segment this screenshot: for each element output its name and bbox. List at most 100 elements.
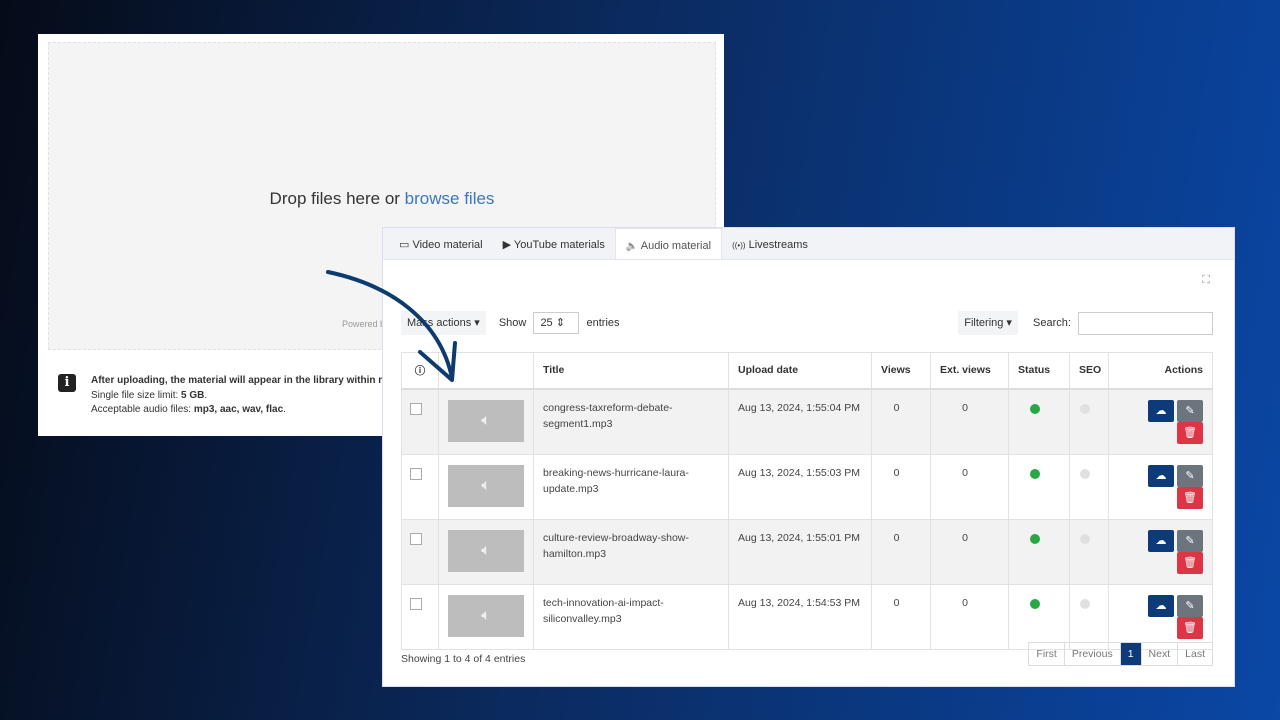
info-title: After uploading, the material will appea… [91, 375, 388, 386]
edit-icon[interactable]: ✎ [1177, 464, 1203, 487]
status-cell [1008, 388, 1070, 455]
title-header[interactable]: Title [533, 352, 729, 390]
status-cell [1008, 453, 1070, 520]
date-cell: Aug 13, 2024, 1:55:01 PM [728, 518, 872, 585]
drop-text: Drop files here or [269, 189, 405, 208]
tab-label: Video material [412, 239, 483, 251]
ext-views-cell: 0 [930, 518, 1009, 585]
seo-cell [1069, 518, 1109, 585]
library-panel: ▭ Video material ▶ YouTube materials 🔈 A… [383, 228, 1234, 686]
seo-dot-icon [1079, 468, 1090, 479]
search-input[interactable] [1078, 311, 1213, 335]
row-checkbox[interactable] [409, 467, 422, 480]
table-row: 🔈︎ breaking-news-hurricane-laura-update.… [401, 453, 1213, 520]
status-dot-icon [1029, 598, 1040, 609]
ext-views-cell: 0 [930, 453, 1009, 520]
size-label: Single file size limit: [91, 389, 182, 401]
ext-views-header[interactable]: Ext. views [930, 352, 1009, 390]
ext-views-cell: 0 [930, 388, 1009, 455]
audio-thumbnail-icon[interactable]: 🔈︎ [448, 594, 524, 637]
cloud-download-icon[interactable]: ☁ [1148, 594, 1174, 617]
tab-label: Audio material [640, 240, 712, 252]
views-header[interactable]: Views [871, 352, 931, 390]
tab-youtube[interactable]: ▶ YouTube materials [493, 228, 615, 259]
types-end: . [283, 404, 286, 415]
entries-value: 25 [540, 317, 553, 330]
page-first[interactable]: First [1029, 643, 1063, 665]
browse-files-link[interactable]: browse files [405, 189, 495, 208]
row-checkbox-cell [401, 518, 439, 585]
views-cell: 0 [871, 583, 931, 650]
entries-select[interactable]: 25 ⇕ [533, 312, 580, 335]
size-end: . [204, 389, 208, 401]
seo-cell [1069, 583, 1109, 650]
page-1[interactable]: 1 [1119, 643, 1141, 665]
audio-thumbnail-icon[interactable]: 🔈︎ [448, 529, 524, 572]
tab-livestreams[interactable]: ((•)) Livestreams [722, 228, 818, 259]
cloud-download-icon[interactable]: ☁ [1148, 529, 1174, 552]
seo-dot-icon [1079, 598, 1090, 609]
table-info: Showing 1 to 4 of 4 entries [401, 653, 526, 665]
title-cell[interactable]: culture-review-broadway-show-hamilton.mp… [533, 518, 729, 585]
title-cell[interactable]: breaking-news-hurricane-laura-update.mp3 [533, 453, 729, 520]
page-last[interactable]: Last [1177, 643, 1212, 665]
youtube-icon: ▶ [502, 239, 512, 251]
views-cell: 0 [871, 388, 931, 455]
info-icon: i [58, 374, 76, 392]
powered-by: Powered b [341, 319, 385, 329]
actions-cell: ☁ ✎🗑︎ [1108, 518, 1213, 585]
audio-thumbnail-icon[interactable]: 🔈︎ [448, 399, 524, 442]
trash-icon[interactable]: 🗑︎ [1177, 616, 1203, 639]
table-row: 🔈︎ tech-innovation-ai-impact-siliconvall… [401, 583, 1213, 650]
cloud-download-icon[interactable]: ☁ [1148, 399, 1174, 422]
speaker-icon: 🔈 [625, 241, 639, 252]
date-cell: Aug 13, 2024, 1:54:53 PM [728, 583, 872, 650]
trash-icon[interactable]: 🗑︎ [1177, 421, 1203, 444]
audio-thumbnail-icon[interactable]: 🔈︎ [448, 464, 524, 507]
trash-icon[interactable]: 🗑︎ [1177, 551, 1203, 574]
entries-label: entries [586, 317, 620, 329]
show-label: Show [498, 317, 527, 329]
seo-dot-icon [1079, 533, 1090, 544]
tab-audio[interactable]: 🔈 Audio material [614, 228, 723, 259]
views-cell: 0 [871, 518, 931, 585]
search-label: Search: [1033, 317, 1071, 329]
table-row: 🔈︎ congress-taxreform-debate-segment1.mp… [401, 388, 1213, 455]
actions-cell: ☁ ✎🗑︎ [1108, 453, 1213, 520]
tab-label: YouTube materials [513, 239, 605, 251]
title-cell[interactable]: tech-innovation-ai-impact-siliconvalley.… [533, 583, 729, 650]
edit-icon[interactable]: ✎ [1177, 594, 1203, 617]
row-checkbox[interactable] [409, 597, 422, 610]
row-checkbox[interactable] [409, 402, 422, 415]
edit-icon[interactable]: ✎ [1177, 529, 1203, 552]
seo-dot-icon [1079, 403, 1090, 414]
status-dot-icon [1029, 403, 1040, 414]
status-dot-icon [1029, 533, 1040, 544]
row-checkbox-cell [401, 583, 439, 650]
edit-icon[interactable]: ✎ [1177, 399, 1203, 422]
row-checkbox[interactable] [409, 532, 422, 545]
filtering-button[interactable]: Filtering ▾ [958, 311, 1018, 335]
mass-actions-button[interactable]: Mass actions ▾ [401, 311, 486, 335]
page-previous[interactable]: Previous [1063, 643, 1120, 665]
help-icon[interactable]: ⓘ [401, 352, 439, 390]
types-label: Acceptable audio files: [91, 404, 194, 415]
cloud-download-icon[interactable]: ☁ [1148, 464, 1174, 487]
trash-icon[interactable]: 🗑︎ [1177, 486, 1203, 509]
date-header[interactable]: Upload date [728, 352, 872, 390]
title-cell[interactable]: congress-taxreform-debate-segment1.mp3 [533, 388, 729, 455]
table-row: 🔈︎ culture-review-broadway-show-hamilton… [401, 518, 1213, 585]
page-next[interactable]: Next [1140, 643, 1178, 665]
date-cell: Aug 13, 2024, 1:55:03 PM [728, 453, 872, 520]
video-icon: ▭ [399, 239, 410, 251]
broadcast-icon: ((•)) [732, 241, 746, 250]
ext-views-cell: 0 [930, 583, 1009, 650]
status-header[interactable]: Status [1008, 352, 1070, 390]
views-cell: 0 [871, 453, 931, 520]
thumb-cell: 🔈︎ [438, 518, 534, 585]
size-value: 5 GB [181, 389, 205, 401]
tab-video[interactable]: ▭ Video material [389, 228, 493, 259]
materials-table: ⓘ Title Upload date Views Ext. views Sta… [401, 352, 1213, 650]
expand-icon[interactable]: ⛶ [1202, 274, 1210, 287]
thumb-cell: 🔈︎ [438, 388, 534, 455]
